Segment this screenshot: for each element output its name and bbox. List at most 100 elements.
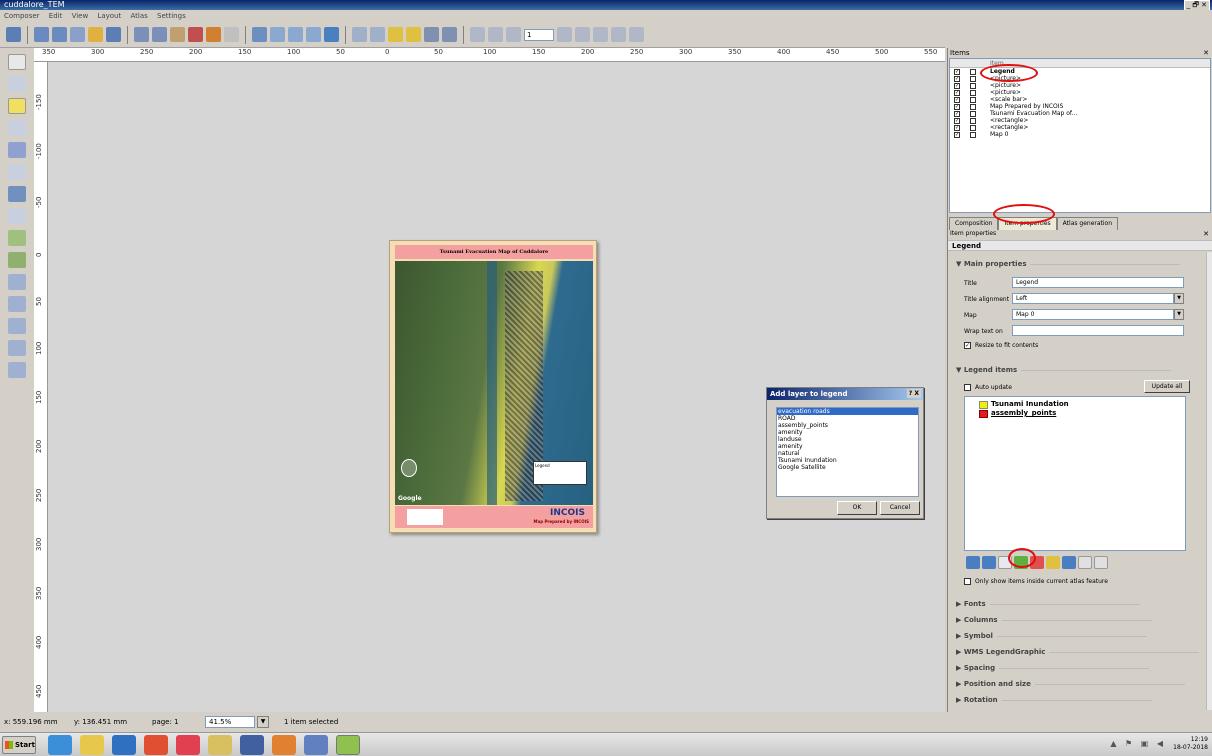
start-button[interactable]: Start bbox=[2, 736, 36, 754]
internet-explorer-icon[interactable] bbox=[48, 735, 72, 755]
sum-icon[interactable] bbox=[1062, 556, 1076, 569]
tools-icon[interactable] bbox=[272, 735, 296, 755]
cancel-button[interactable]: Cancel bbox=[880, 501, 920, 515]
zoom-100-icon[interactable] bbox=[270, 27, 285, 42]
spacing-section[interactable]: ▶ Spacing bbox=[956, 664, 1150, 672]
atlas-page-input[interactable]: 1 bbox=[524, 28, 554, 41]
lower-icon[interactable] bbox=[442, 27, 457, 42]
move-up-icon[interactable] bbox=[982, 556, 996, 569]
group-icon[interactable] bbox=[352, 27, 367, 42]
search-app-icon[interactable] bbox=[240, 735, 264, 755]
main-properties-section[interactable]: ▼ Main properties bbox=[956, 260, 1181, 268]
layer-list-item[interactable]: natural bbox=[777, 450, 918, 457]
move-content-icon[interactable] bbox=[8, 120, 26, 136]
redo-icon[interactable] bbox=[224, 27, 239, 42]
save-template-icon[interactable] bbox=[106, 27, 121, 42]
legend-entry[interactable]: assembly_points bbox=[991, 409, 1056, 417]
file-explorer-icon[interactable] bbox=[80, 735, 104, 755]
position-size-section[interactable]: ▶ Position and size bbox=[956, 680, 1185, 688]
title-alignment-select[interactable]: Left bbox=[1012, 293, 1174, 304]
item-row[interactable]: ✓ <picture> bbox=[950, 82, 1210, 89]
add-shape-icon[interactable] bbox=[8, 274, 26, 290]
item-row[interactable]: ✓ Tsunami Evacuation Map of... bbox=[950, 110, 1210, 117]
document-icon[interactable] bbox=[304, 735, 328, 755]
legend-entry[interactable]: Tsunami Inundation bbox=[991, 400, 1069, 408]
map-title[interactable]: Tsunami Evacuation Map of Cuddalore bbox=[395, 245, 593, 259]
undo-icon[interactable] bbox=[206, 27, 221, 42]
map-footer[interactable]: INCOIS Map Prepared by INCOIS bbox=[395, 506, 593, 528]
save-icon[interactable] bbox=[6, 27, 21, 42]
refresh-icon[interactable] bbox=[324, 27, 339, 42]
map-item[interactable]: Legend Google bbox=[395, 261, 593, 505]
composer-manager-icon[interactable] bbox=[70, 27, 85, 42]
update-all-button[interactable]: Update all bbox=[1144, 380, 1190, 393]
incois-logo[interactable]: INCOIS bbox=[550, 508, 585, 518]
add-label-icon[interactable] bbox=[8, 208, 26, 224]
map-select[interactable]: Map 0 bbox=[1012, 309, 1174, 320]
add-legend-icon[interactable] bbox=[8, 230, 26, 246]
wrap-text-field[interactable] bbox=[1012, 325, 1184, 336]
layer-list-item[interactable]: Google Satellite bbox=[777, 464, 918, 471]
item-row[interactable]: ✓ Map Prepared by INCOIS bbox=[950, 103, 1210, 110]
tab-atlas-generation[interactable]: Atlas generation bbox=[1056, 217, 1119, 230]
layer-list[interactable]: evacuation roads ROAD assembly_points am… bbox=[776, 407, 919, 497]
export-image-icon[interactable] bbox=[152, 27, 167, 42]
zoom-input[interactable]: 41.5% bbox=[205, 716, 255, 728]
close-icon[interactable]: ✕ bbox=[1203, 230, 1209, 238]
resize-checkbox[interactable]: ✓ bbox=[964, 342, 971, 349]
close-icon[interactable]: ✕ bbox=[1203, 48, 1209, 58]
visibility-checkbox[interactable]: ✓ bbox=[954, 132, 960, 138]
menu-edit[interactable]: Edit bbox=[49, 12, 63, 20]
menu-atlas[interactable]: Atlas bbox=[130, 12, 147, 20]
symbol-section[interactable]: ▶ Symbol bbox=[956, 632, 1147, 640]
layer-list-item[interactable]: amenity bbox=[777, 429, 918, 436]
menu-composer[interactable]: Composer bbox=[4, 12, 40, 20]
add-html-icon[interactable] bbox=[8, 362, 26, 378]
legend-items-section[interactable]: ▼ Legend items bbox=[956, 366, 1172, 374]
auto-update-checkbox[interactable] bbox=[964, 384, 971, 391]
title-field[interactable]: Legend bbox=[1012, 277, 1184, 288]
dialog-title-buttons[interactable]: ? X bbox=[906, 389, 921, 398]
chevron-down-icon[interactable]: ▼ bbox=[1174, 309, 1184, 320]
export-pdf-icon[interactable] bbox=[188, 27, 203, 42]
legend-items-tree[interactable]: Tsunami Inundation assembly_points bbox=[964, 396, 1186, 551]
layer-list-item[interactable]: assembly_points bbox=[777, 422, 918, 429]
chrome-icon[interactable] bbox=[144, 735, 168, 755]
zoom-full-icon[interactable] bbox=[252, 27, 267, 42]
columns-section[interactable]: ▶ Columns bbox=[956, 616, 1152, 624]
media-icon[interactable] bbox=[176, 735, 200, 755]
chevron-down-icon[interactable]: ▼ bbox=[1174, 293, 1184, 304]
unlock-icon[interactable] bbox=[406, 27, 421, 42]
prepared-by-label[interactable]: Map Prepared by INCOIS bbox=[534, 519, 589, 524]
atlas-settings-icon[interactable] bbox=[629, 27, 644, 42]
map-legend-item[interactable]: Legend bbox=[533, 461, 587, 485]
next-feature-icon[interactable] bbox=[557, 27, 572, 42]
ok-button[interactable]: OK bbox=[837, 501, 877, 515]
add-map-icon[interactable] bbox=[8, 164, 26, 180]
ungroup-icon[interactable] bbox=[370, 27, 385, 42]
map-page[interactable]: Tsunami Evacuation Map of Cuddalore Lege… bbox=[389, 240, 597, 533]
move-down-icon[interactable] bbox=[966, 556, 980, 569]
qgis-icon[interactable] bbox=[336, 735, 360, 755]
zoom-in-icon[interactable] bbox=[288, 27, 303, 42]
atlas-preview-icon[interactable] bbox=[470, 27, 485, 42]
browser-icon[interactable] bbox=[112, 735, 136, 755]
north-arrow-icon[interactable] bbox=[401, 459, 417, 477]
edit-nodes-icon[interactable] bbox=[8, 142, 26, 158]
layer-list-item[interactable]: amenity bbox=[777, 443, 918, 450]
lock-checkbox[interactable] bbox=[970, 132, 976, 138]
fonts-section[interactable]: ▶ Fonts bbox=[956, 600, 1140, 608]
first-feature-icon[interactable] bbox=[488, 27, 503, 42]
item-row[interactable]: ✓ <rectangle> bbox=[950, 117, 1210, 124]
menu-view[interactable]: View bbox=[72, 12, 89, 20]
zoom-tool-icon[interactable] bbox=[8, 76, 26, 92]
add-arrow-icon[interactable] bbox=[8, 318, 26, 334]
export-svg-icon[interactable] bbox=[170, 27, 185, 42]
add-image-icon[interactable] bbox=[8, 186, 26, 202]
item-row[interactable]: ✓ <picture> bbox=[950, 89, 1210, 96]
last-feature-icon[interactable] bbox=[575, 27, 590, 42]
lock-icon[interactable] bbox=[388, 27, 403, 42]
select-move-icon[interactable] bbox=[8, 98, 26, 114]
edit-item-icon[interactable] bbox=[1046, 556, 1060, 569]
add-scalebar-icon[interactable] bbox=[8, 252, 26, 268]
